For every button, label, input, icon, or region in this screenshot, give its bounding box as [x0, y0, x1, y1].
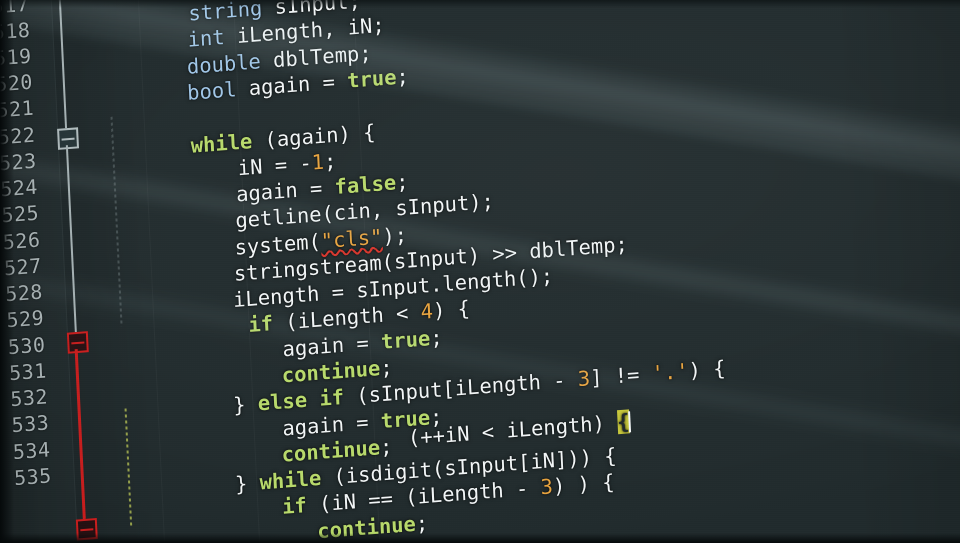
token-char: '.' [651, 359, 690, 386]
code-area[interactable]: string sInput; int iLength, iN; double d… [80, 0, 960, 543]
line-number-gutter[interactable]: 517 518 519 520 521 522 523 524 525 526 … [0, 0, 83, 543]
token-text: ; [429, 325, 444, 351]
token-text: ; [395, 64, 410, 90]
fold-marker-521[interactable] [57, 127, 80, 150]
token-text: ) { [688, 356, 727, 383]
code-line-blank[interactable] [87, 87, 101, 114]
fold-rail-top [55, 0, 68, 129]
fold-rail-error [74, 348, 86, 520]
fold-rail-middle [65, 145, 77, 333]
token-literal: true [346, 65, 398, 94]
editor-screen: 517 518 519 520 521 522 523 524 525 526 … [0, 0, 960, 543]
fold-minus-icon [80, 527, 94, 531]
fold-marker-529[interactable] [66, 331, 89, 354]
monitor-photo: 517 518 519 520 521 522 523 524 525 526 … [0, 0, 960, 543]
indent-guide [124, 408, 133, 529]
fold-marker-535[interactable] [75, 518, 98, 541]
token-keyword: bool [186, 77, 238, 106]
token-text: ) ) { [552, 469, 616, 499]
fold-minus-icon [71, 340, 85, 344]
token-text: ; [415, 511, 429, 537]
fold-minus-icon [61, 137, 75, 141]
